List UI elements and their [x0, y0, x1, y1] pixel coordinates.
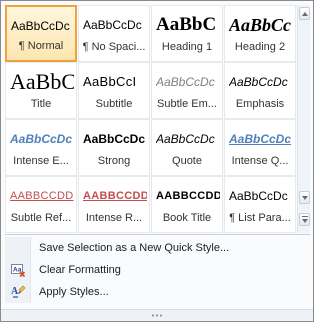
style-name: Intense E...	[13, 155, 69, 167]
grip-dots-icon	[151, 314, 163, 317]
style-tile[interactable]: AaBbCcDc Intense Q...	[224, 119, 296, 176]
expand-more-icon	[302, 219, 308, 223]
style-tile[interactable]: AaBbC Title	[5, 62, 77, 119]
more-styles-button[interactable]	[299, 213, 310, 226]
style-name: Quote	[172, 155, 202, 167]
style-preview: AaBbCcDc	[10, 132, 73, 146]
style-tile[interactable]: AaBbCcDc Quote	[151, 119, 223, 176]
svg-text:A: A	[11, 286, 19, 297]
style-name: Emphasis	[235, 98, 285, 110]
style-preview: AaBbC	[10, 69, 74, 94]
style-preview: AaBbCcI	[83, 74, 137, 89]
resize-grip[interactable]	[1, 309, 313, 321]
style-name: Heading 2	[234, 41, 286, 53]
style-tile[interactable]: AABBCCDD Book Title	[151, 176, 223, 233]
style-name: Heading 1	[161, 41, 213, 53]
style-tile[interactable]: AaBbCcI Subtitle	[78, 62, 150, 119]
style-preview: AaBbCcDc	[83, 132, 146, 146]
style-tile[interactable]: AaBbCcDc Intense E...	[5, 119, 77, 176]
style-name: ¶ No Spaci...	[82, 41, 146, 53]
style-tile[interactable]: AABBCCDD Subtle Ref...	[5, 176, 77, 233]
style-preview: AaBbCc	[229, 15, 292, 35]
style-tile[interactable]: AaBbC Heading 1	[151, 5, 223, 62]
style-tile[interactable]: AaBbCc Heading 2	[224, 5, 296, 62]
styles-menu: Save Selection as a New Quick Style... A…	[5, 237, 310, 303]
quick-styles-panel: AaBbCcDc ¶ Normal AaBbCcDc ¶ No Spaci...…	[0, 0, 314, 322]
apply-styles-menu-item[interactable]: A Apply Styles...	[5, 281, 310, 303]
clear-formatting-menu-item[interactable]: Aa Clear Formatting	[5, 259, 310, 281]
arrow-up-icon	[302, 12, 308, 16]
style-name: Subtle Ref...	[10, 212, 72, 224]
menu-gutter	[5, 237, 31, 259]
apply-styles-icon: A	[11, 285, 26, 298]
style-preview: AaBbCcDc	[83, 18, 142, 32]
style-name: Title	[30, 98, 52, 110]
scroll-down-button[interactable]	[299, 191, 310, 204]
style-tile[interactable]: AABBCCDD Intense R...	[78, 176, 150, 233]
style-name: Intense R...	[85, 212, 143, 224]
style-name: ¶ Normal	[18, 40, 64, 52]
style-name: ¶ List Para...	[229, 212, 291, 224]
style-preview: AaBbCcDc	[229, 189, 288, 203]
arrow-down-icon	[302, 196, 308, 200]
style-name: Subtitle	[95, 98, 133, 110]
style-name: Intense Q...	[231, 155, 289, 167]
style-preview: AaBbCcDc	[156, 132, 215, 146]
style-preview: AaBbC	[156, 14, 217, 35]
style-preview: AABBCCDD	[156, 190, 220, 202]
style-preview: AABBCCDD	[10, 190, 74, 202]
style-preview: AABBCCDD	[83, 190, 147, 202]
style-preview: AaBbCcDc	[11, 19, 70, 33]
apply-styles-label: Apply Styles...	[39, 286, 109, 298]
clear-formatting-label: Clear Formatting	[39, 264, 121, 276]
style-tile[interactable]: AaBbCcDc ¶ List Para...	[224, 176, 296, 233]
style-tile[interactable]: AaBbCcDc ¶ Normal	[5, 5, 77, 62]
save-selection-label: Save Selection as a New Quick Style...	[39, 242, 230, 254]
quick-styles-gallery: AaBbCcDc ¶ Normal AaBbCcDc ¶ No Spaci...…	[5, 5, 296, 233]
style-name: Strong	[97, 155, 131, 167]
style-preview: AaBbCcDc	[156, 75, 215, 89]
style-tile[interactable]: AaBbCcDc Emphasis	[224, 62, 296, 119]
scroll-up-button[interactable]	[299, 7, 310, 20]
gallery-scrollbar[interactable]	[297, 5, 310, 233]
more-line-icon	[302, 216, 308, 217]
style-name: Subtle Em...	[157, 98, 217, 110]
style-name: Book Title	[162, 212, 212, 224]
style-tile[interactable]: AaBbCcDc Subtle Em...	[151, 62, 223, 119]
gallery-divider	[5, 234, 310, 235]
style-tile[interactable]: AaBbCcDc ¶ No Spaci...	[78, 5, 150, 62]
style-preview: AaBbCcDc	[229, 75, 288, 89]
style-tile[interactable]: AaBbCcDc Strong	[78, 119, 150, 176]
style-preview: AaBbCcDc	[229, 132, 292, 146]
clear-formatting-icon: Aa	[11, 264, 26, 278]
save-selection-menu-item[interactable]: Save Selection as a New Quick Style...	[5, 237, 310, 259]
